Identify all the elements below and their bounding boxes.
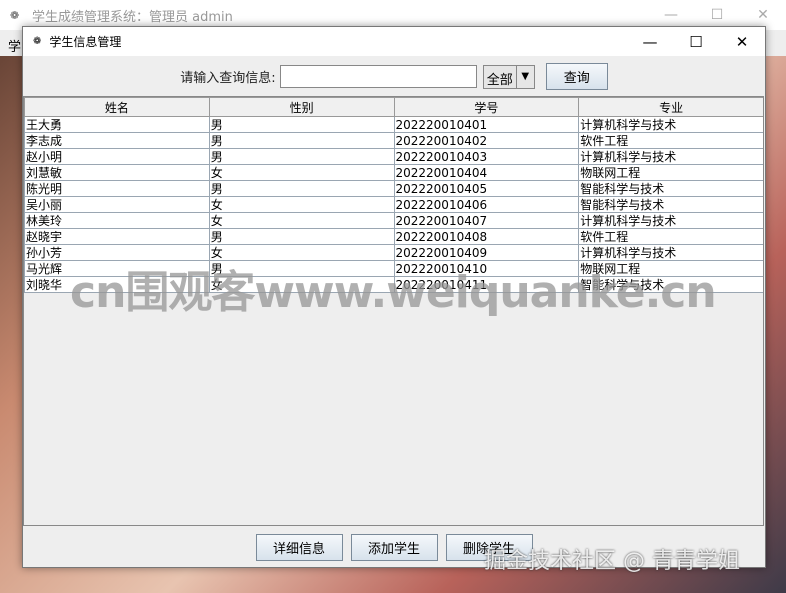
search-bar: 请输入查询信息: 全部 ▼ 查询 (23, 63, 765, 90)
table-cell[interactable]: 202220010406 (393, 196, 580, 213)
table-cell[interactable]: 女 (208, 196, 395, 213)
column-header[interactable]: 性别 (208, 97, 395, 117)
table-cell[interactable]: 计算机科学与技术 (578, 116, 763, 133)
details-button[interactable]: 详细信息 (255, 534, 343, 561)
search-input[interactable] (279, 65, 477, 88)
table-cell[interactable]: 女 (208, 276, 395, 293)
action-bar: 详细信息 添加学生 删除学生 (23, 534, 765, 561)
table-cell[interactable]: 林美玲 (24, 212, 210, 229)
table-cell[interactable]: 马光辉 (24, 260, 210, 277)
column-header[interactable]: 专业 (578, 97, 763, 117)
table-cell[interactable]: 软件工程 (578, 228, 763, 245)
table-cell[interactable]: 202220010409 (393, 244, 580, 261)
column-header[interactable]: 学号 (393, 97, 580, 117)
table-row[interactable]: 王大勇男 202220010401 计算机科学与技术 (24, 116, 763, 133)
table-row[interactable]: 马光辉男 202220010410 物联网工程 (24, 260, 763, 277)
table-cell[interactable]: 刘晓华 (24, 276, 210, 293)
table-cell[interactable]: 男 (208, 228, 395, 245)
table-cell[interactable]: 202220010407 (393, 212, 580, 229)
table-cell[interactable]: 孙小芳 (24, 244, 210, 261)
minimize-icon[interactable]: — (627, 27, 673, 56)
table-cell[interactable]: 202220010404 (393, 164, 580, 181)
table-cell[interactable]: 软件工程 (578, 132, 763, 149)
table-cell[interactable]: 智能科学与技术 (578, 196, 763, 213)
table-cell[interactable]: 李志成 (24, 132, 210, 149)
dialog-titlebar: ❁ 学生信息管理 — ☐ ✕ (23, 27, 765, 56)
student-table: 姓名 性别 学号 专业 王大勇男 202220010401 计算机科学与技术 李志成男 202… (24, 97, 763, 293)
table-cell[interactable]: 202220010408 (393, 228, 580, 245)
table-cell[interactable]: 赵晓宇 (24, 228, 210, 245)
table-cell[interactable]: 物联网工程 (578, 164, 763, 181)
table-cell[interactable]: 陈光明 (24, 180, 210, 197)
table-row[interactable]: 陈光明男 202220010405 智能科学与技术 (24, 180, 763, 197)
close-icon[interactable]: ✕ (719, 27, 765, 56)
table-scroll-pane: 姓名 性别 学号 专业 王大勇男 202220010401 计算机科学与技术 李志成男 202… (23, 96, 764, 526)
menu-item[interactable]: 学 (8, 40, 21, 55)
table-row[interactable]: 吴小丽女 202220010406 智能科学与技术 (24, 196, 763, 213)
student-info-dialog: ❁ 学生信息管理 — ☐ ✕ 请输入查询信息: 全部 ▼ 查询 姓名 性别 学号 专业… (22, 26, 766, 568)
app-icon: ❁ (10, 8, 20, 22)
table-row[interactable]: 李志成男 202220010402 软件工程 (24, 132, 763, 149)
table-cell[interactable]: 男 (208, 116, 395, 133)
column-header[interactable]: 姓名 (24, 97, 210, 117)
table-cell[interactable]: 202220010405 (393, 180, 580, 197)
table-cell[interactable]: 202220010410 (393, 260, 580, 277)
table-cell[interactable]: 计算机科学与技术 (578, 244, 763, 261)
table-cell[interactable]: 智能科学与技术 (578, 276, 763, 293)
table-cell[interactable]: 202220010402 (393, 132, 580, 149)
table-cell[interactable]: 202220010401 (393, 116, 580, 133)
table-row[interactable]: 赵晓宇男 202220010408 软件工程 (24, 228, 763, 245)
table-cell[interactable]: 女 (208, 212, 395, 229)
app-icon: ❁ (33, 36, 42, 47)
delete-student-button[interactable]: 删除学生 (445, 534, 533, 561)
table-cell[interactable]: 202220010403 (393, 148, 580, 165)
search-label: 请输入查询信息: (180, 71, 276, 86)
table-cell[interactable]: 赵小明 (24, 148, 210, 165)
dialog-title: 学生信息管理 (49, 35, 122, 49)
table-cell[interactable]: 王大勇 (24, 116, 210, 133)
table-cell[interactable]: 女 (208, 164, 395, 181)
table-row[interactable]: 林美玲女 202220010407 计算机科学与技术 (24, 212, 763, 229)
outer-window-title: 学生成绩管理系统：管理员 admin (32, 9, 233, 25)
table-row[interactable]: 赵小明男 202220010403 计算机科学与技术 (24, 148, 763, 165)
table-row[interactable]: 刘晓华女 202220010411 智能科学与技术 (24, 276, 763, 293)
table-row[interactable]: 刘慧敏女 202220010404 物联网工程 (24, 164, 763, 181)
table-cell[interactable]: 男 (208, 148, 395, 165)
table-cell[interactable]: 物联网工程 (578, 260, 763, 277)
query-button[interactable]: 查询 (545, 63, 608, 90)
table-cell[interactable]: 男 (208, 132, 395, 149)
add-student-button[interactable]: 添加学生 (350, 534, 438, 561)
table-cell[interactable]: 计算机科学与技术 (578, 212, 763, 229)
maximize-icon[interactable]: ☐ (673, 27, 719, 56)
table-cell[interactable]: 女 (208, 244, 395, 261)
table-cell[interactable]: 计算机科学与技术 (578, 148, 763, 165)
filter-selected-value: 全部 (486, 72, 513, 88)
table-cell[interactable]: 智能科学与技术 (578, 180, 763, 197)
table-cell[interactable]: 202220010411 (393, 276, 580, 293)
table-cell[interactable]: 男 (208, 180, 395, 197)
table-cell[interactable]: 吴小丽 (24, 196, 210, 213)
table-cell[interactable]: 男 (208, 260, 395, 277)
filter-select[interactable]: 全部 ▼ (482, 64, 535, 89)
chevron-down-icon[interactable]: ▼ (515, 65, 534, 88)
table-cell[interactable]: 刘慧敏 (24, 164, 210, 181)
table-row[interactable]: 孙小芳女 202220010409 计算机科学与技术 (24, 244, 763, 261)
